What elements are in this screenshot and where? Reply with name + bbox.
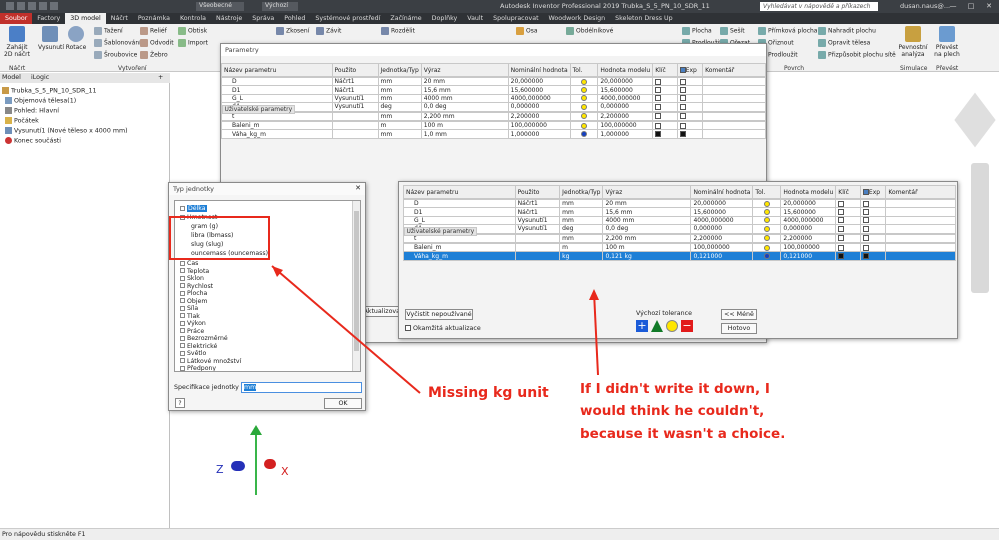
- arrow-head-missing-icon: [272, 266, 283, 277]
- arrow-line-missing: [271, 265, 421, 394]
- arrow-head-choice-icon: [589, 289, 599, 300]
- arrow-line-choice: [593, 291, 599, 376]
- annotation-missing-kg: Missing kg unit: [428, 385, 549, 401]
- annotation-line-1: If I didn't write it down, I: [580, 381, 770, 397]
- annotation-line-3: because it wasn't a choice.: [580, 426, 786, 442]
- annotation-arrows: [271, 265, 599, 394]
- annotation-line-2: would think he couldn't,: [580, 403, 765, 419]
